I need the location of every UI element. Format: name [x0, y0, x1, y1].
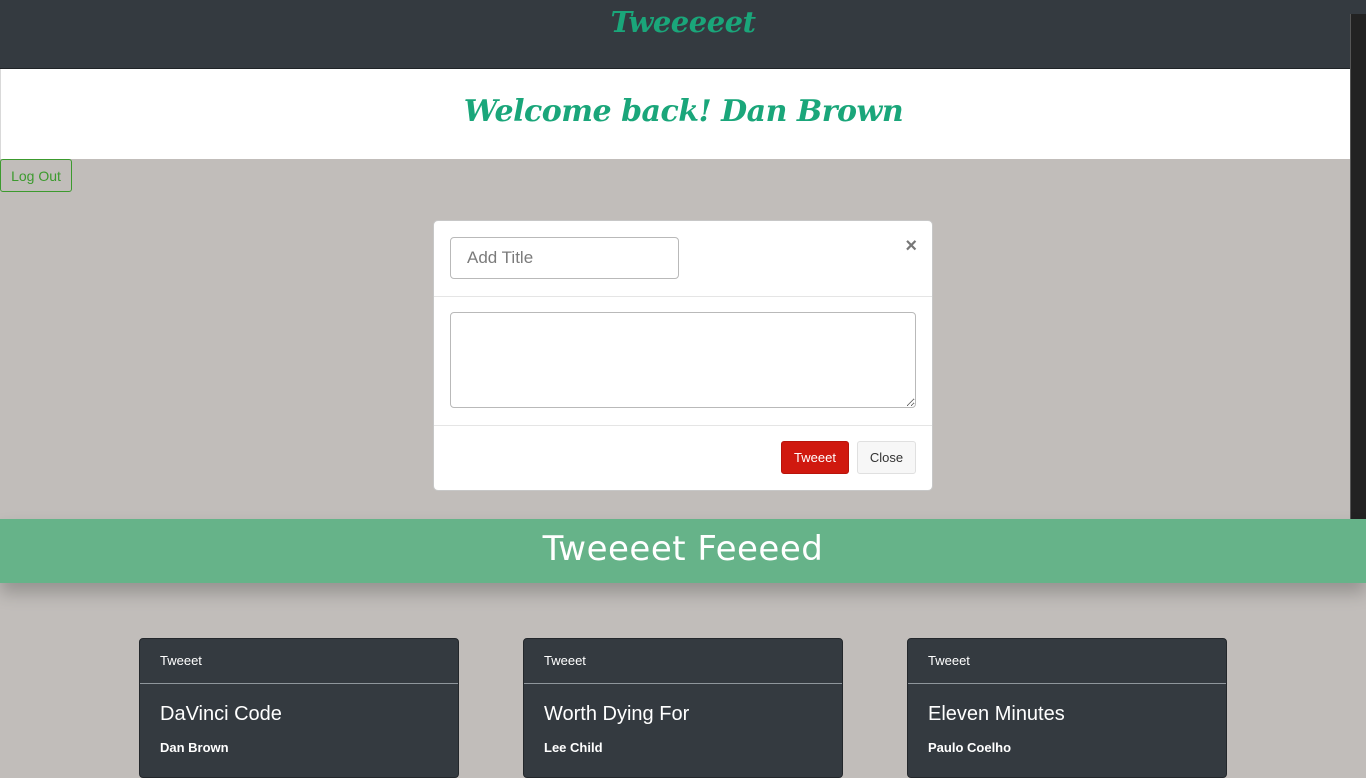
welcome-banner: Welcome back! Dan Brown [0, 69, 1366, 159]
tweet-card: Tweeet Eleven Minutes Paulo Coelho [907, 638, 1227, 778]
tweet-button[interactable]: Tweeet [781, 441, 849, 474]
new-tweet-modal: × Tweeet Close [433, 220, 933, 491]
card-title: DaVinci Code [160, 703, 282, 725]
feed-banner: Tweeeet Feeeed [0, 519, 1366, 583]
modal-body [434, 297, 932, 426]
brand-logo[interactable]: Tweeeeet [0, 5, 1366, 39]
card-author: Lee Child [544, 740, 603, 755]
card-header: Tweeet [908, 639, 1226, 684]
card-header-label: Tweeet [160, 653, 202, 668]
card-header-label: Tweeet [544, 653, 586, 668]
top-navbar: Tweeeeet [0, 0, 1366, 69]
modal-header: × [434, 221, 932, 297]
card-header: Tweeet [524, 639, 842, 684]
close-icon[interactable]: × [905, 234, 917, 258]
scrollbar[interactable] [1350, 14, 1366, 537]
title-input[interactable] [450, 237, 679, 279]
card-header: Tweeet [140, 639, 458, 684]
tweet-card: Tweeet Worth Dying For Lee Child [523, 638, 843, 778]
card-author: Paulo Coelho [928, 740, 1012, 755]
feed-title: Tweeeet Feeeed [542, 529, 824, 569]
card-title: Eleven Minutes [928, 703, 1065, 725]
close-button[interactable]: Close [857, 441, 916, 474]
logout-button[interactable]: Log Out [0, 159, 72, 192]
card-header-label: Tweeet [928, 653, 970, 668]
welcome-heading: Welcome back! Dan Brown [463, 94, 904, 129]
card-title: Worth Dying For [544, 703, 690, 725]
tweet-card: Tweeet DaVinci Code Dan Brown [139, 638, 459, 778]
tweet-body-textarea[interactable] [450, 312, 916, 408]
card-author: Dan Brown [160, 740, 229, 755]
